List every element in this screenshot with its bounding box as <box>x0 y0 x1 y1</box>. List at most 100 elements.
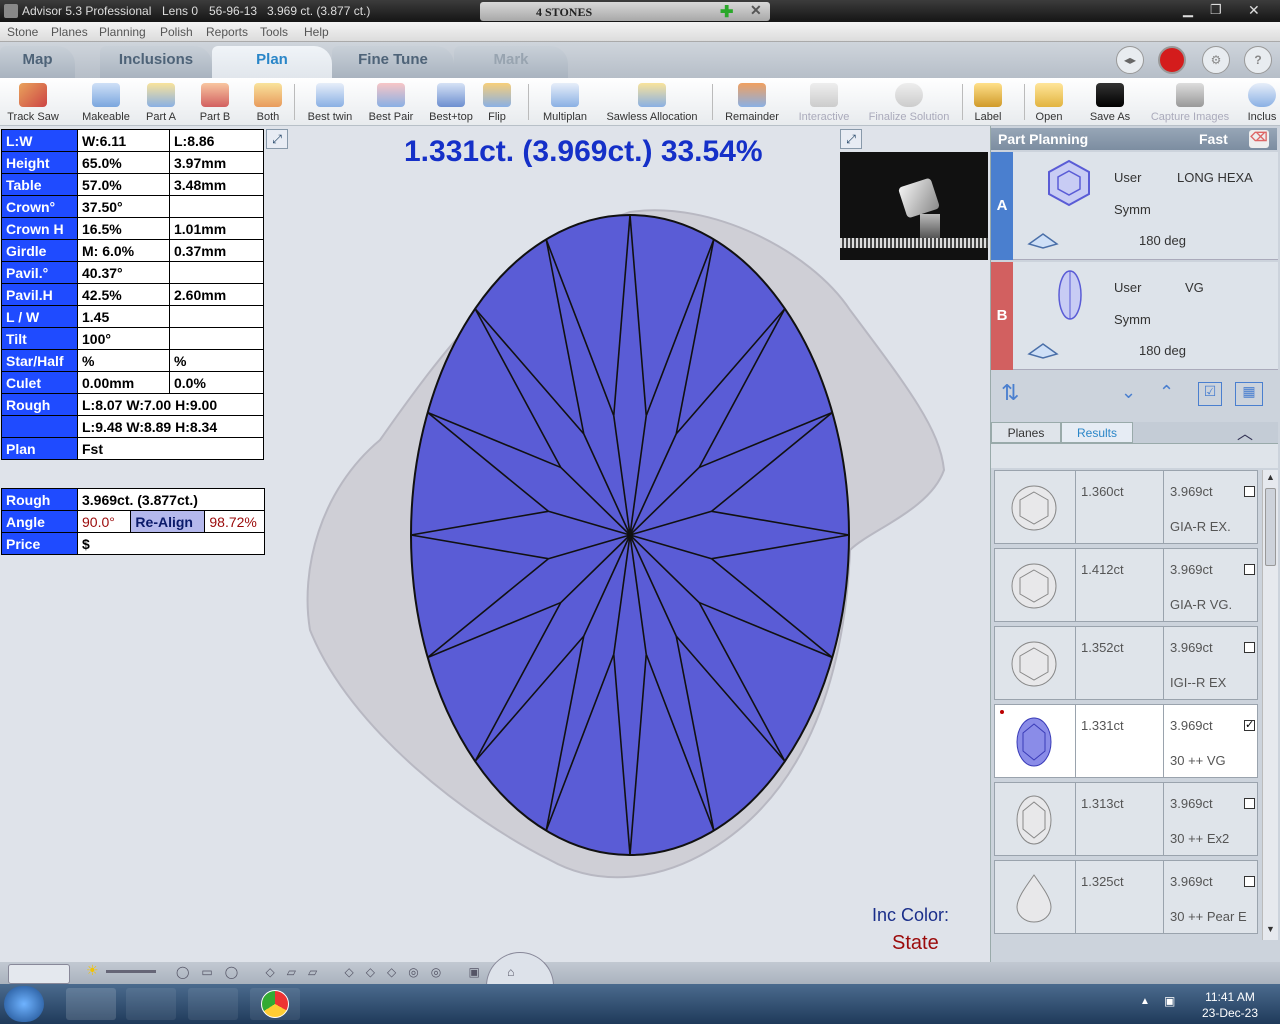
finalize-solution-button[interactable]: Finalize Solution <box>860 80 958 124</box>
pavilion-icon[interactable] <box>1025 230 1061 250</box>
collapse-icon[interactable]: ︿ <box>1237 420 1253 444</box>
taskbar-app[interactable] <box>126 988 176 1020</box>
result-item[interactable]: 1.313ct 3.969ct 30 ++ Ex2 <box>994 782 1258 856</box>
thumbnail-popout-icon[interactable]: ⤢ <box>840 129 862 149</box>
result-checkbox[interactable] <box>1244 876 1255 887</box>
part-b-button[interactable]: Part B <box>194 80 236 124</box>
interactive-button[interactable]: Interactive <box>790 80 858 124</box>
tab-planes[interactable]: Planes <box>991 422 1061 443</box>
tab-map[interactable]: Map <box>0 46 75 78</box>
network-icon[interactable]: ▣ <box>1164 994 1175 1008</box>
brightness-slider[interactable] <box>106 970 156 973</box>
flip-button[interactable]: Flip <box>482 80 512 124</box>
menu-planning[interactable]: Planning <box>99 25 146 39</box>
result-item[interactable]: 1.325ct 3.969ct 30 ++ Pear E <box>994 860 1258 934</box>
track-saw-button[interactable]: Track Saw <box>2 80 64 124</box>
tab-plan[interactable]: Plan <box>212 46 332 78</box>
prop-value: 65.0% <box>77 151 170 174</box>
pavilion-icon[interactable] <box>1025 340 1061 360</box>
add-stone-icon[interactable]: ✚ <box>720 2 733 22</box>
rough-label: Rough <box>1 488 78 511</box>
eraser-icon[interactable]: ⌫ <box>1249 130 1269 148</box>
pair-icon <box>377 83 405 107</box>
top-icon <box>437 83 465 107</box>
tab-fine-tune[interactable]: Fine Tune <box>332 46 454 78</box>
tab-results[interactable]: Results <box>1061 422 1133 443</box>
open-button[interactable]: Open <box>1030 80 1068 124</box>
best-top-button[interactable]: Best+top <box>422 80 480 124</box>
label-button[interactable]: Label <box>968 80 1008 124</box>
menu-polish[interactable]: Polish <box>160 25 193 39</box>
record-button[interactable] <box>1158 46 1186 74</box>
minimize-icon[interactable]: ▁ <box>1183 2 1193 18</box>
planning-mode[interactable]: Fast <box>1199 131 1228 147</box>
sort-icon[interactable]: ⇅ <box>1001 380 1019 406</box>
start-button[interactable] <box>4 986 44 1022</box>
prop-value: % <box>77 349 170 372</box>
table-row: Angle 90.0° Re-Align 98.72% <box>1 510 265 533</box>
prop-label: Girdle <box>1 239 78 262</box>
result-checkbox[interactable] <box>1244 564 1255 575</box>
expand-arrows-icon[interactable]: ◂▸ <box>1116 46 1144 74</box>
restore-icon[interactable]: ❐ <box>1210 2 1222 18</box>
part-a-card[interactable]: A User LONG HEXA Symm 180 deg <box>991 152 1278 260</box>
view-mode-button[interactable] <box>8 964 70 984</box>
tab-mark[interactable]: Mark <box>454 46 568 78</box>
result-item[interactable]: 1.412ct 3.969ct GIA-R VG. <box>994 548 1258 622</box>
inclusions-button[interactable]: Inclus <box>1244 80 1280 124</box>
makeable-button[interactable]: Makeable <box>76 80 136 124</box>
sawless-allocation-button[interactable]: Sawless Allocation <box>596 80 708 124</box>
result-item[interactable]: 1.360ct 3.969ct GIA-R EX. <box>994 470 1258 544</box>
menu-help[interactable]: Help <box>304 25 329 39</box>
taskbar-explorer[interactable] <box>188 988 238 1020</box>
close-window-icon[interactable]: ✕ <box>1248 2 1260 19</box>
result-checkbox[interactable] <box>1244 642 1255 653</box>
taskbar-advisor[interactable] <box>66 988 116 1020</box>
menu-tools[interactable]: Tools <box>260 25 288 39</box>
results-scrollbar[interactable]: ▲ ▼ <box>1262 470 1278 940</box>
multiplan-button[interactable]: Multiplan <box>536 80 594 124</box>
menu-planes[interactable]: Planes <box>51 25 88 39</box>
result-item[interactable]: 1.352ct 3.969ct IGI--R EX <box>994 626 1258 700</box>
result-item[interactable]: 1.331ct 3.969ct 30 ++ VG ✓ <box>994 704 1258 778</box>
part-b-card[interactable]: B User VG Symm 180 deg <box>991 262 1278 370</box>
check-list-icon[interactable]: ☑ <box>1198 382 1222 406</box>
scroll-down-icon[interactable]: ▼ <box>1264 924 1277 936</box>
settings-icon[interactable]: ⚙ <box>1202 46 1230 74</box>
brightness-icon: ☀ <box>86 962 99 978</box>
prop-label: Height <box>1 151 78 174</box>
scroll-up-icon[interactable]: ▲ <box>1264 472 1277 484</box>
grid-view-icon[interactable]: ▦ <box>1235 382 1263 406</box>
stones-tab[interactable]: 4 STONES ✚ ✕ <box>480 2 770 21</box>
result-total: 3.969ct <box>1170 640 1213 655</box>
capture-images-button[interactable]: Capture Images <box>1140 80 1240 124</box>
best-twin-button[interactable]: Best twin <box>300 80 360 124</box>
save-as-button[interactable]: Save As <box>1084 80 1136 124</box>
table-row: Crown H 16.5% 1.01mm <box>1 217 264 240</box>
best-pair-button[interactable]: Best Pair <box>362 80 420 124</box>
both-button[interactable]: Both <box>248 80 288 124</box>
part-a-button[interactable]: Part A <box>140 80 182 124</box>
chevron-up-icon[interactable]: ⌃ <box>1159 382 1174 403</box>
help-icon[interactable]: ? <box>1244 46 1272 74</box>
view-icons[interactable]: ◯▭◯ ◇▱▱ ◇◇◇◎◎ ▣ ⌂ <box>176 965 526 979</box>
menu-bar: Stone Planes Planning Polish Reports Too… <box>0 22 1280 42</box>
chevron-down-icon[interactable]: ⌄ <box>1121 382 1136 403</box>
result-checkbox[interactable]: ✓ <box>1244 720 1255 731</box>
remainder-button[interactable]: Remainder <box>718 80 786 124</box>
system-clock[interactable]: 11:41 AM 23-Dec-23 <box>1190 989 1270 1021</box>
close-stone-icon[interactable]: ✕ <box>750 3 762 20</box>
tray-arrow-icon[interactable]: ▲ <box>1140 996 1150 1007</box>
state-label: State <box>892 932 939 954</box>
menu-reports[interactable]: Reports <box>206 25 248 39</box>
stone-view[interactable] <box>290 190 970 900</box>
result-checkbox[interactable] <box>1244 486 1255 497</box>
camera-thumbnail[interactable] <box>840 152 988 260</box>
scrollbar-thumb[interactable] <box>1265 488 1276 566</box>
result-checkbox[interactable] <box>1244 798 1255 809</box>
prop-label: Star/Half <box>1 349 78 372</box>
taskbar-chrome[interactable] <box>250 988 300 1020</box>
tab-inclusions[interactable]: Inclusions <box>100 46 212 78</box>
popout-icon[interactable]: ⤢ <box>266 129 288 149</box>
menu-stone[interactable]: Stone <box>7 25 38 39</box>
